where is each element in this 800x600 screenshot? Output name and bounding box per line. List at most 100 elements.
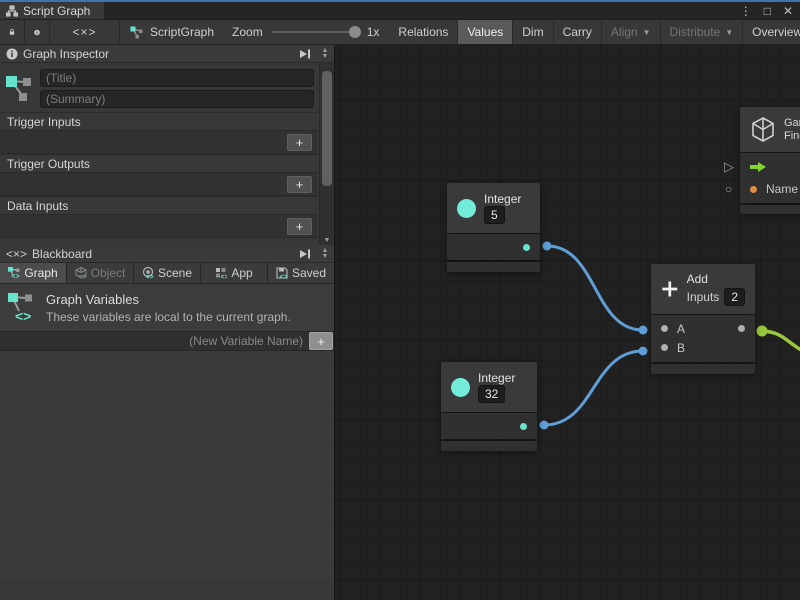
data-inputs-row: + xyxy=(0,214,318,238)
input-port-b[interactable] xyxy=(661,344,668,351)
graph-variables-title: Graph Variables xyxy=(46,292,291,307)
add-node[interactable]: Add Inputs 2 A B xyxy=(651,264,755,374)
svg-text:<>: <> xyxy=(15,308,31,324)
svg-text:<>: <> xyxy=(12,274,20,280)
node-title: Integer xyxy=(484,192,521,206)
values-label: Values xyxy=(467,25,503,39)
svg-text:<>: <> xyxy=(279,274,287,279)
tab-saved-label: Saved xyxy=(292,266,326,280)
close-icon[interactable]: ✕ xyxy=(780,4,796,18)
svg-text:<>: <> xyxy=(145,274,153,279)
graph-name-breadcrumb[interactable]: ScriptGraph xyxy=(120,20,224,44)
zoom-slider-handle[interactable] xyxy=(349,26,361,38)
dock-panel-button[interactable] xyxy=(298,249,311,259)
integer-node-32[interactable]: Integer 32 xyxy=(441,362,537,451)
align-label: Align xyxy=(611,25,638,39)
tab-script-graph[interactable]: Script Graph xyxy=(0,2,104,19)
input-port-a[interactable] xyxy=(661,325,668,332)
scroll-arrows[interactable]: ▲▼ xyxy=(318,248,332,260)
lock-button[interactable] xyxy=(0,20,25,44)
graph-variables-icon: <> xyxy=(8,292,36,324)
output-port[interactable] xyxy=(523,244,530,251)
window-menu-icon[interactable]: ⋮ xyxy=(737,4,755,18)
overview-button[interactable]: Overview xyxy=(743,20,800,44)
blackboard-icon: <×> xyxy=(6,247,27,261)
node-title-type: Game Object xyxy=(784,117,800,129)
scroll-down-icon[interactable]: ▼ xyxy=(322,254,329,260)
scroll-arrows[interactable]: ▲▼ xyxy=(318,48,332,60)
info-icon xyxy=(34,26,40,39)
zoom-slider[interactable] xyxy=(271,31,359,33)
dock-panel-button[interactable] xyxy=(298,49,311,59)
maximize-icon[interactable]: □ xyxy=(761,4,774,18)
integer-value-field[interactable]: 5 xyxy=(484,206,505,224)
inspector-toggle-button[interactable] xyxy=(25,20,50,44)
new-variable-row: + xyxy=(0,331,334,351)
window-controls: ⋮ □ ✕ xyxy=(737,4,796,18)
window-tab-bar: Script Graph ⋮ □ ✕ xyxy=(0,2,800,19)
relations-label: Relations xyxy=(398,25,448,39)
add-data-input-button[interactable]: + xyxy=(287,218,312,235)
input-port-a-label: A xyxy=(677,322,685,336)
add-plus-icon xyxy=(661,276,679,302)
code-view-button[interactable]: <×> xyxy=(50,20,120,44)
node-title-method: Find xyxy=(784,130,800,142)
wire-endpoint[interactable] xyxy=(540,421,549,430)
new-variable-input[interactable] xyxy=(0,334,309,348)
distribute-label: Distribute xyxy=(670,25,721,39)
graph-title-input[interactable] xyxy=(40,69,314,87)
add-trigger-output-button[interactable]: + xyxy=(287,176,312,193)
wire-endpoint[interactable] xyxy=(639,347,648,356)
dock-icon xyxy=(298,49,311,59)
graph-variables-info: <> Graph Variables These variables are l… xyxy=(0,284,334,331)
blackboard-header: <×> Blackboard ▲▼ xyxy=(0,245,334,263)
output-port[interactable] xyxy=(738,325,745,332)
add-variable-button[interactable]: + xyxy=(309,332,333,350)
scroll-down-icon[interactable]: ▼ xyxy=(320,237,334,244)
chevron-down-icon: ▼ xyxy=(643,28,651,37)
trigger-port-outline-icon[interactable]: ▷ xyxy=(724,161,734,172)
gameobject-cube-icon xyxy=(750,116,776,144)
scrollbar-thumb[interactable] xyxy=(322,71,332,186)
info-icon xyxy=(6,48,18,60)
name-input-port[interactable] xyxy=(750,186,757,193)
values-button[interactable]: Values xyxy=(458,20,513,44)
wire-endpoint[interactable] xyxy=(639,326,648,335)
graph-inspector-header: Graph Inspector ▲▼ xyxy=(0,45,334,63)
tab-saved[interactable]: <> Saved xyxy=(268,263,334,283)
graph-name: ScriptGraph xyxy=(150,25,214,39)
zoom-value: 1x xyxy=(367,25,380,39)
tab-scene[interactable]: <> Scene xyxy=(134,263,201,283)
integer-node-5[interactable]: Integer 5 xyxy=(447,183,540,272)
graph-summary-icon xyxy=(6,74,32,104)
distribute-dropdown[interactable]: Distribute▼ xyxy=(661,20,744,44)
tab-title: Script Graph xyxy=(23,4,90,18)
wire-endpoint[interactable] xyxy=(757,326,768,337)
graph-summary-input[interactable] xyxy=(40,90,314,108)
name-port-label: Name xyxy=(766,182,798,196)
gameobject-find-node[interactable]: Game Object Find Name xyxy=(740,107,800,214)
add-trigger-input-button[interactable]: + xyxy=(287,134,312,151)
blackboard-tabs: <> Graph <> Object <> Scene <> App <> Sa… xyxy=(0,263,334,284)
output-port[interactable] xyxy=(520,423,527,430)
trigger-input-port-icon[interactable] xyxy=(750,162,766,172)
overview-label: Overview xyxy=(752,25,800,39)
scene-icon: <> xyxy=(142,267,154,279)
tab-scene-label: Scene xyxy=(158,266,192,280)
graph-canvas[interactable]: Integer 5 Integer 32 xyxy=(335,45,800,600)
inspector-scrollbar[interactable]: ▼ xyxy=(319,63,334,245)
tab-graph[interactable]: <> Graph xyxy=(0,263,67,283)
scroll-down-icon[interactable]: ▼ xyxy=(322,54,329,60)
dim-button[interactable]: Dim xyxy=(513,20,553,44)
inputs-count-field[interactable]: 2 xyxy=(724,288,745,306)
code-icon: <×> xyxy=(72,25,96,39)
zoom-label: Zoom xyxy=(232,25,263,39)
tab-app[interactable]: <> App xyxy=(201,263,268,283)
carry-button[interactable]: Carry xyxy=(554,20,602,44)
value-port-outline-icon[interactable]: ○ xyxy=(725,184,732,195)
wire-endpoint[interactable] xyxy=(543,242,552,251)
tab-object[interactable]: <> Object xyxy=(67,263,134,283)
integer-value-field[interactable]: 32 xyxy=(478,385,505,403)
relations-button[interactable]: Relations xyxy=(389,20,458,44)
align-dropdown[interactable]: Align ▼ xyxy=(602,20,661,44)
